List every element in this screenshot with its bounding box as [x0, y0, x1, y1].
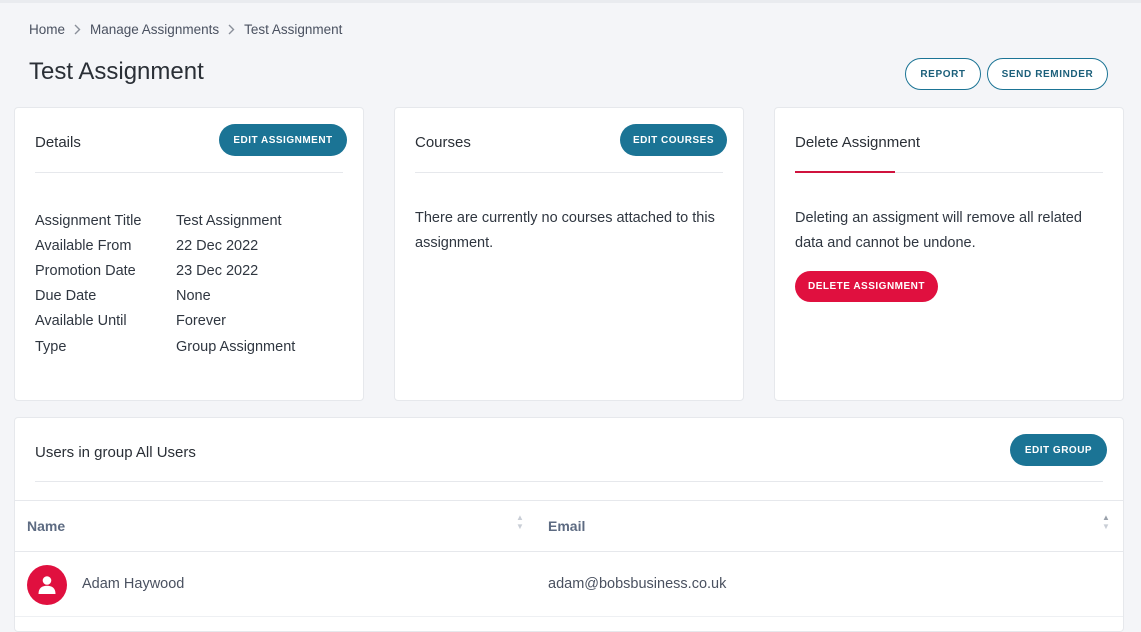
- delete-card: Delete Assignment Deleting an assigment …: [774, 107, 1124, 401]
- courses-empty-text: There are currently no courses attached …: [415, 210, 715, 251]
- details-value: Test Assignment: [176, 212, 282, 229]
- title-underline: [795, 171, 895, 173]
- user-icon: [38, 576, 56, 594]
- delete-title: Delete Assignment: [795, 134, 921, 151]
- card-divider: [35, 172, 343, 173]
- breadcrumb-home[interactable]: Home: [29, 22, 65, 37]
- card-divider: [35, 481, 1103, 482]
- courses-card: Courses EDIT COURSES There are currently…: [394, 107, 744, 401]
- users-title: Users in group All Users: [35, 444, 196, 461]
- details-label: Assignment Title: [35, 212, 142, 229]
- users-card: Users in group All Users EDIT GROUP Name…: [14, 417, 1124, 632]
- sort-arrows-icon[interactable]: ▲ ▼: [1102, 513, 1110, 531]
- top-strip: [0, 0, 1141, 3]
- details-value: Group Assignment: [176, 338, 296, 355]
- chevron-right-icon: [74, 24, 81, 35]
- breadcrumb: Home Manage Assignments Test Assignment: [29, 22, 342, 37]
- breadcrumb-manage-assignments[interactable]: Manage Assignments: [90, 22, 219, 37]
- user-email: adam@bobsbusiness.co.uk: [548, 576, 727, 592]
- card-divider: [415, 172, 723, 173]
- avatar: [27, 565, 67, 605]
- send-reminder-button[interactable]: SEND REMINDER: [987, 58, 1108, 90]
- details-row: Promotion Date 23 Dec 2022: [35, 258, 295, 283]
- edit-assignment-button[interactable]: EDIT ASSIGNMENT: [219, 124, 347, 156]
- column-header-email[interactable]: Email: [548, 518, 585, 534]
- edit-group-button[interactable]: EDIT GROUP: [1010, 434, 1107, 466]
- details-value: 22 Dec 2022: [176, 237, 259, 254]
- delete-description: Deleting an assigment will remove all re…: [795, 210, 1082, 251]
- table-row[interactable]: Adam Haywood adam@bobsbusiness.co.uk: [15, 552, 1123, 617]
- report-button[interactable]: REPORT: [905, 58, 981, 90]
- sort-arrows-icon[interactable]: ▲ ▼: [516, 513, 524, 531]
- details-value: Forever: [176, 313, 226, 330]
- details-label: Available From: [35, 237, 132, 254]
- details-label: Available Until: [35, 313, 127, 330]
- edit-courses-button[interactable]: EDIT COURSES: [620, 124, 727, 156]
- courses-title: Courses: [415, 134, 471, 151]
- details-row: Due Date None: [35, 284, 295, 309]
- users-table: Name ▲ ▼ Email ▲ ▼ Adam Haywood adam@bobsb…: [15, 500, 1123, 617]
- details-label: Promotion Date: [35, 262, 136, 279]
- details-title: Details: [35, 134, 81, 151]
- details-table: Assignment Title Test Assignment Availab…: [35, 208, 295, 359]
- column-header-name[interactable]: Name: [27, 518, 65, 534]
- details-card: Details EDIT ASSIGNMENT Assignment Title…: [14, 107, 364, 401]
- details-label: Due Date: [35, 288, 97, 305]
- page-title: Test Assignment: [29, 58, 204, 85]
- table-header: Name ▲ ▼ Email ▲ ▼: [15, 500, 1123, 552]
- details-row: Available From 22 Dec 2022: [35, 233, 295, 258]
- user-name: Adam Haywood: [82, 576, 185, 592]
- details-value: None: [176, 288, 211, 305]
- details-value: 23 Dec 2022: [176, 262, 259, 279]
- details-row: Type Group Assignment: [35, 334, 295, 359]
- details-label: Type: [35, 338, 67, 355]
- delete-assignment-button[interactable]: DELETE ASSIGNMENT: [795, 271, 938, 302]
- details-row: Available Until Forever: [35, 309, 295, 334]
- chevron-right-icon: [228, 24, 235, 35]
- details-row: Assignment Title Test Assignment: [35, 208, 295, 233]
- breadcrumb-current: Test Assignment: [244, 22, 343, 37]
